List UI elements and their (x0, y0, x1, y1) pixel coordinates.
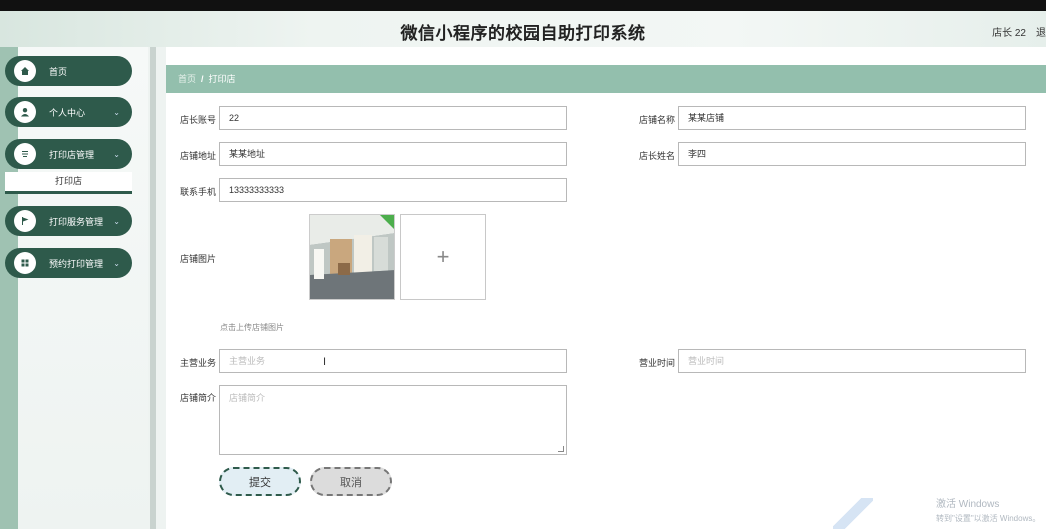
sidebar-item-personal-center[interactable]: 个人中心 ⌄ (5, 97, 132, 127)
resize-handle-icon[interactable] (558, 446, 564, 452)
current-user[interactable]: 店长 22 (992, 24, 1026, 39)
chevron-down-icon: ⌄ (113, 216, 120, 226)
shop-intro-placeholder: 店铺简介 (229, 393, 266, 403)
shop-image-label: 店铺图片 (180, 254, 217, 264)
shop-image-thumbnail[interactable] (309, 214, 395, 300)
business-hours-input[interactable]: 营业时间 (678, 349, 1026, 373)
window-top-bar (0, 0, 1046, 11)
submit-button[interactable]: 提交 (219, 467, 301, 496)
sidebar-item-label: 打印店管理 (49, 149, 95, 160)
phone-field[interactable]: 13333333333 (219, 178, 567, 202)
watermark-line-2: 转到"设置"以激活 Windows。 (936, 514, 1041, 523)
owner-name-label: 店长姓名 (639, 151, 676, 161)
owner-account-field[interactable]: 22 (219, 106, 567, 130)
owner-account-label: 店长账号 (180, 115, 217, 125)
breadcrumb-current: 打印店 (208, 74, 236, 84)
chevron-down-icon: ⌄ (113, 258, 120, 268)
app-header: 微信小程序的校园自助打印系统 店长 22 退 (0, 11, 1046, 47)
logout-link[interactable]: 退 (1036, 24, 1046, 39)
image-upload-hint: 点击上传店铺图片 (220, 323, 284, 332)
plus-icon: + (436, 244, 450, 269)
business-hours-label: 营业时间 (639, 358, 676, 368)
main-business-label: 主营业务 (180, 358, 217, 368)
breadcrumb-separator: / (201, 74, 204, 84)
sidebar-item-appointment-print-management[interactable]: 预约打印管理 ⌄ (5, 248, 132, 278)
app-title: 微信小程序的校园自助打印系统 (400, 24, 646, 43)
sidebar-item-print-shop-management[interactable]: 打印店管理 ⌄ (5, 139, 132, 169)
breadcrumb: 首页 / 打印店 (166, 65, 1046, 93)
home-icon (14, 60, 36, 82)
shop-address-label: 店铺地址 (180, 151, 217, 161)
text-cursor-icon: I (323, 356, 327, 368)
sidebar-item-home[interactable]: 首页 (5, 56, 132, 86)
sidebar-item-label: 个人中心 (49, 107, 86, 118)
windows-activation-watermark: 激活 Windows 转到"设置"以激活 Windows。 (936, 498, 1040, 526)
user-icon (14, 101, 36, 123)
grid-icon (14, 252, 36, 274)
phone-label: 联系手机 (180, 187, 217, 197)
sidebar-item-label: 打印服务管理 (49, 216, 104, 227)
shop-name-label: 店铺名称 (639, 115, 676, 125)
sidebar-item-label: 首页 (49, 66, 68, 77)
shop-intro-textarea[interactable]: 店铺简介 (219, 385, 567, 455)
flag-icon (14, 210, 36, 232)
shop-intro-label: 店铺简介 (180, 393, 217, 403)
uploaded-check-icon (380, 215, 394, 229)
sidebar-item-label: 预约打印管理 (49, 258, 104, 269)
shop-name-field[interactable]: 某某店铺 (678, 106, 1026, 130)
shop-address-field[interactable]: 某某地址 (219, 142, 567, 166)
watermark-line-1: 激活 Windows (936, 499, 1000, 510)
sidebar-item-print-service-management[interactable]: 打印服务管理 ⌄ (5, 206, 132, 236)
sidebar-scrollbar[interactable] (150, 47, 156, 529)
cancel-button[interactable]: 取消 (310, 467, 392, 496)
list-icon (14, 143, 36, 165)
chevron-down-icon: ⌄ (113, 107, 120, 117)
decorative-shape (833, 498, 873, 529)
main-business-input[interactable]: 主营业务 (219, 349, 567, 373)
breadcrumb-home-link[interactable]: 首页 (178, 74, 196, 84)
image-upload-button[interactable]: + (400, 214, 486, 300)
owner-name-field[interactable]: 李四 (678, 142, 1026, 166)
chevron-down-icon: ⌄ (113, 149, 120, 159)
submenu-item-print-shop[interactable]: 打印店 (5, 172, 132, 194)
